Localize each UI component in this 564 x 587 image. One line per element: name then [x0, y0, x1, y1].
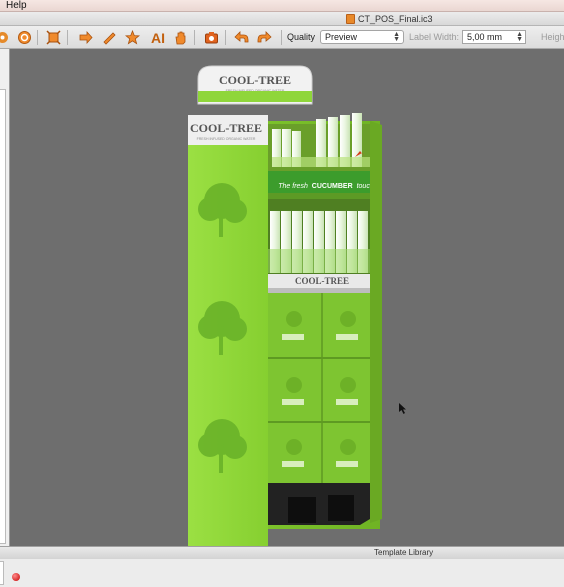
status-bar: Template Library	[0, 546, 564, 559]
ai-icon[interactable]: AI	[148, 29, 168, 46]
window-titlebar: CT_POS_Final.ic3	[0, 12, 564, 26]
document-icon	[346, 14, 355, 24]
menu-help[interactable]: Help	[6, 0, 27, 12]
side-brand-text: COOL-TREE	[190, 121, 262, 135]
header-brand-text: COOL-TREE	[219, 73, 291, 87]
quality-select-value: Preview	[325, 32, 358, 42]
circle-icon[interactable]	[16, 29, 33, 46]
label-width-label: Label Width:	[409, 32, 460, 42]
quality-select[interactable]: Preview ▲ ▼	[320, 30, 404, 44]
edit-icon[interactable]	[101, 29, 118, 46]
hand-icon[interactable]	[172, 29, 189, 46]
toolbar-separator	[37, 30, 38, 45]
select-arrows-icon: ▲ ▼	[393, 31, 400, 43]
stepper-arrows-icon[interactable]: ▲ ▼	[516, 31, 523, 43]
3d-viewport[interactable]: COOL-TREE FRESH INFUSED ORGANIC WATER Th…	[10, 49, 564, 546]
side-tagline-text: FRESH INFUSED ORGANIC WATER	[197, 137, 256, 141]
case-stack	[268, 293, 376, 483]
banner-text: The fresh CUCUMBER touch	[278, 183, 374, 190]
menu-bar: Help	[0, 0, 564, 12]
pos-display-render: COOL-TREE FRESH INFUSED ORGANIC WATER Th…	[188, 65, 382, 546]
fit-icon[interactable]	[45, 29, 62, 46]
height-label: Heigh	[541, 32, 564, 42]
label-width-input[interactable]: 5,00 mm ▲ ▼	[462, 30, 526, 44]
left-panel	[0, 49, 10, 546]
toolbar: AI Quality Preview ▲ ▼ Label Width: 5,00 …	[0, 26, 564, 49]
settings-icon[interactable]	[0, 29, 11, 46]
toolbar-separator	[67, 30, 68, 45]
record-indicator-icon[interactable]	[12, 573, 20, 581]
middle-brand-text: COOL-TREE	[295, 276, 349, 286]
bottom-panel-list[interactable]	[0, 561, 4, 585]
undo-icon[interactable]	[233, 29, 250, 46]
toolbar-separator	[281, 30, 282, 45]
star-icon[interactable]	[124, 29, 141, 46]
pallet	[268, 483, 370, 525]
document-title-text: CT_POS_Final.ic3	[358, 14, 433, 24]
document-title: CT_POS_Final.ic3	[346, 12, 433, 26]
left-panel-list[interactable]	[0, 89, 6, 544]
label-width-value: 5,00 mm	[467, 32, 503, 42]
camera-icon[interactable]	[203, 29, 220, 46]
middle-bottles	[268, 211, 378, 273]
template-library-tab[interactable]: Template Library	[374, 548, 433, 557]
quality-label: Quality	[287, 32, 316, 42]
redo-icon[interactable]	[256, 29, 273, 46]
bottom-panel	[0, 559, 564, 587]
toolbar-separator	[194, 30, 195, 45]
arrow-right-icon[interactable]	[77, 29, 94, 46]
toolbar-separator	[225, 30, 226, 45]
ai-icon-text: AI	[151, 29, 165, 46]
mouse-cursor-icon	[399, 403, 406, 414]
